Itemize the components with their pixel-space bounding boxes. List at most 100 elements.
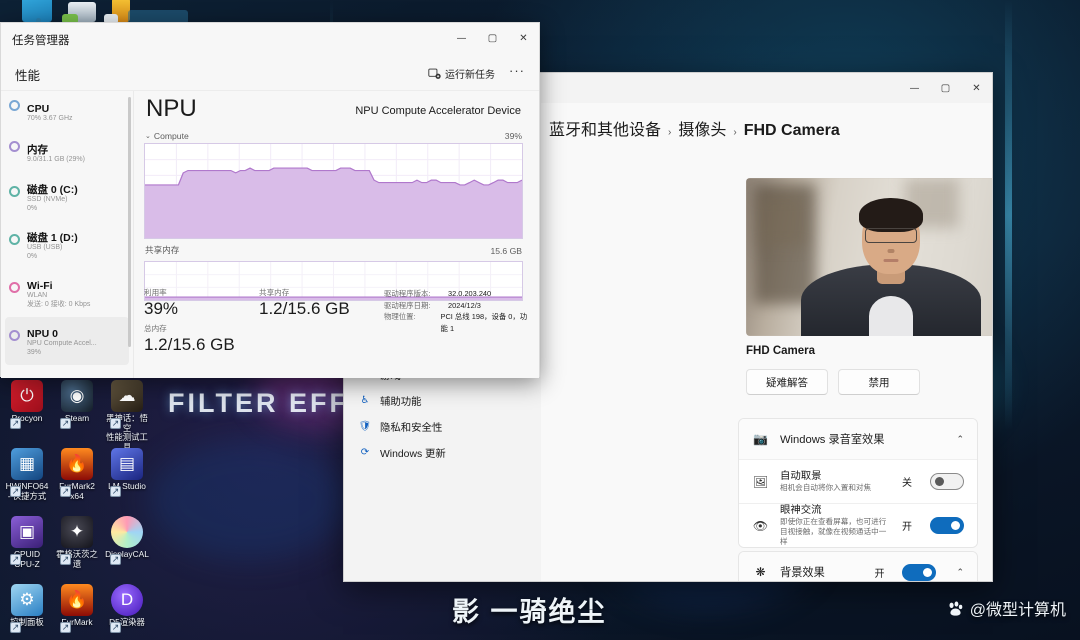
driver-info: 驱动程序版本: 32.0.203.240 驱动程序日期: 2024/12/3 物… — [384, 288, 529, 356]
run-new-task-label: 运行新任务 — [445, 66, 495, 81]
disable-button[interactable]: 禁用 — [838, 369, 920, 395]
more-options-button[interactable]: ··· — [509, 63, 525, 78]
sidebar-item-windows-update[interactable]: ⟳ Windows 更新 — [344, 439, 541, 465]
sidebar-item-cpu[interactable]: CPU 70% 3.67 GHz — [1, 91, 133, 132]
background-effects-toggle[interactable] — [902, 564, 936, 581]
settings-window-controls: — ▢ ✕ — [899, 73, 992, 103]
desktop-icon-steam[interactable]: ◉ ↗ Steam — [52, 378, 102, 446]
accessibility-icon: ♿ — [358, 393, 372, 407]
auto-framing-toggle[interactable] — [930, 473, 964, 490]
desktop-icon-control-panel[interactable]: ⚙ ↗ 控制面板 — [2, 582, 52, 640]
desktop-icon-black-myth[interactable]: ☁ ↗ 黑神话：悟空性能测试工具 — [102, 378, 152, 446]
run-task-icon — [428, 67, 441, 80]
auto-framing-icon: 🖼 — [752, 475, 769, 489]
background-effects-title: 背景效果 — [780, 564, 863, 580]
person-mouth — [884, 259, 899, 262]
furmark2-icon: 🔥 — [61, 448, 93, 480]
sidebar-item-privacy-security[interactable]: 🛡 隐私和安全性 — [344, 413, 541, 439]
shortcut-arrow-icon: ↗ — [10, 622, 21, 633]
close-button[interactable]: ✕ — [961, 73, 992, 103]
sidebar-item-wifi[interactable]: Wi-Fi WLAN 发送: 0 接收: 0 Kbps — [1, 269, 133, 317]
shared-memory-value: 1.2/15.6 GB — [259, 298, 384, 320]
eye-contact-toggle[interactable] — [930, 517, 964, 534]
camera-preview — [746, 178, 992, 336]
desktop-icon-lm-studio[interactable]: ▤ ↗ LM Studio — [102, 446, 152, 514]
sidebar-item-accessibility[interactable]: ♿ 辅助功能 — [344, 387, 541, 413]
sidebar-item-disk0[interactable]: 磁盘 0 (C:) SSD (NVMe) 0% — [1, 173, 133, 221]
shared-memory-label: 共享内存 — [145, 244, 179, 256]
desktop-icon-d5-render[interactable]: D ↗ D5渲染器 — [102, 582, 152, 640]
memory-status-icon — [9, 141, 20, 152]
auto-framing-description: 相机会自动将你入置和对焦 — [780, 483, 891, 493]
screen: FILTER EFFEC ⏻ ↗ Procyon ◉ ↗ Steam ☁ ↗ 黑… — [0, 0, 1080, 640]
maximize-button[interactable]: ▢ — [477, 23, 508, 53]
sidebar-item-disk1[interactable]: 磁盘 1 (D:) USB (USB) 0% — [1, 221, 133, 269]
compute-chart-svg — [145, 144, 522, 238]
shortcut-arrow-icon: ↗ — [10, 554, 21, 565]
close-button[interactable]: ✕ — [508, 23, 539, 53]
sidebar-item-label: 辅助功能 — [380, 393, 422, 408]
driver-version-value: 32.0.203.240 — [448, 288, 491, 300]
paw-icon — [946, 599, 965, 618]
cpu-status-icon — [9, 100, 20, 111]
breadcrumb-root[interactable]: 蓝牙和其他设备 — [549, 116, 661, 140]
chevron-up-icon[interactable]: ⌃ — [956, 567, 964, 578]
studio-effects-header[interactable]: 📷 Windows 录音室效果 ⌃ — [739, 419, 977, 459]
utilization-value: 39% — [144, 298, 259, 320]
breadcrumb-middle[interactable]: 摄像头 — [678, 116, 726, 140]
toggle-knob — [951, 521, 960, 530]
wifi-status-icon — [9, 282, 20, 293]
run-new-task-button[interactable]: 运行新任务 — [428, 63, 495, 83]
disk-status-icon — [9, 234, 20, 245]
sidebar-item-memory[interactable]: 内存 9.0/31.1 GB (29%) — [1, 132, 133, 173]
utilization-key: 利用率 — [144, 288, 259, 298]
desktop-icon-furmark[interactable]: 🔥 ↗ FurMark — [52, 582, 102, 640]
background-effects-header[interactable]: ❋ 背景效果 开 ⌃ — [739, 552, 977, 581]
auto-framing-text: 自动取景 相机会自动将你入置和对焦 — [780, 470, 891, 493]
sidebar-item-sub: 0% — [27, 253, 127, 261]
shared-memory-key: 共享内存 — [259, 288, 384, 298]
sidebar-item-sub: SSD (NVMe) — [27, 196, 127, 204]
background-object — [758, 196, 806, 246]
sidebar-item-sub: 发送: 0 接收: 0 Kbps — [27, 301, 127, 309]
npu-stats-row: 利用率 39% 总内存 1.2/15.6 GB 共享内存 1.2/15.6 GB… — [144, 288, 529, 356]
wallpaper-streak — [1005, 0, 1012, 430]
chevron-down-icon[interactable]: ⌄ — [145, 132, 151, 140]
sidebar-item-sub: NPU Compute Accel... — [27, 340, 123, 348]
shortcut-arrow-icon: ↗ — [10, 418, 21, 429]
sidebar-item-label: 隐私和安全性 — [380, 419, 442, 434]
desktop-icon-cpuz[interactable]: ▣ ↗ CPUIDCPU-Z — [2, 514, 52, 582]
breadcrumb-current: FHD Camera — [744, 122, 840, 140]
desktop-icon-hogwarts[interactable]: ✦ ↗ 霍格沃茨之遗 — [52, 514, 102, 582]
desktop-icon-hwinfo64[interactable]: ▦ ↗ HWiNFO64 - 快捷方式 — [2, 446, 52, 514]
minimize-button[interactable]: — — [446, 23, 477, 53]
task-manager-title: 任务管理器 — [12, 32, 70, 48]
background-effects-card: ❋ 背景效果 开 ⌃ 标准模糊 应用重度模糊使背景物体变得模糊 — [738, 551, 978, 581]
sidebar-item-label: GPU 0 — [27, 376, 127, 378]
camera-device-name: FHD Camera — [746, 345, 815, 357]
desktop-icon-displaycal[interactable]: ↗ DisplayCAL — [102, 514, 152, 582]
minimize-button[interactable]: — — [899, 73, 930, 103]
breadcrumb: 蓝牙和其他设备 › 摄像头 › FHD Camera — [549, 116, 840, 140]
sidebar-item-label: Wi-Fi — [27, 280, 127, 292]
sidebar-item-label: CPU — [27, 103, 127, 115]
troubleshoot-button[interactable]: 疑难解答 — [746, 369, 828, 395]
background-effects-state: 开 — [874, 565, 884, 580]
toggle-knob — [935, 477, 944, 486]
npu-status-icon — [9, 330, 20, 341]
desktop-icon-procyon[interactable]: ⏻ ↗ Procyon — [2, 378, 52, 446]
maximize-button[interactable]: ▢ — [930, 73, 961, 103]
sidebar-item-label: Windows 更新 — [380, 445, 446, 460]
sidebar-scrollbar[interactable] — [128, 97, 131, 347]
sidebar-item-label: NPU 0 — [27, 328, 123, 340]
compute-graph-labels: ⌄ Compute 39% — [144, 131, 523, 143]
chevron-up-icon[interactable]: ⌃ — [956, 434, 964, 445]
sidebar-item-sub: USB (USB) — [27, 244, 127, 252]
sidebar-item-npu0[interactable]: NPU 0 NPU Compute Accel... 39% — [5, 317, 129, 365]
task-manager-titlebar[interactable]: 任务管理器 — ▢ ✕ — [1, 23, 539, 55]
camera-action-buttons: 疑难解答 禁用 — [746, 369, 920, 395]
desktop-icon-furmark2[interactable]: 🔥 ↗ FurMark2x64 — [52, 446, 102, 514]
camera-effects-icon: 📷 — [752, 432, 769, 446]
sidebar-item-gpu0[interactable]: GPU 0 AMD Radeon(TM) 8... 0% (37 °C) — [1, 365, 133, 378]
driver-date-key: 驱动程序日期: — [384, 300, 448, 312]
